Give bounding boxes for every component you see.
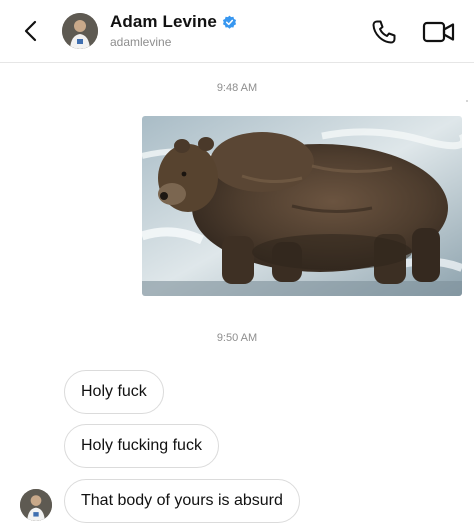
message-timestamp: 9:48 AM [216, 82, 258, 94]
video-camera-icon [422, 21, 455, 43]
call-button[interactable] [370, 18, 398, 46]
contact-name: Adam Levine [110, 12, 217, 31]
message-timestamp: 9:50 AM [216, 332, 258, 344]
chat-header: Adam Levine adamlevine [0, 0, 474, 63]
contact-name-row[interactable]: Adam Levine [110, 12, 237, 32]
sender-avatar[interactable] [20, 489, 52, 521]
phone-icon [372, 20, 396, 44]
message-bubble[interactable]: Holy fuck [64, 370, 164, 414]
shared-photo[interactable] [142, 116, 462, 296]
chevron-left-icon [24, 20, 37, 42]
verified-badge-icon [222, 15, 236, 29]
back-button[interactable] [18, 16, 44, 46]
avatar[interactable] [62, 13, 98, 49]
video-call-button[interactable] [422, 18, 456, 46]
contact-username: adamlevine [110, 35, 172, 49]
brown-bear-photo [142, 116, 462, 296]
message-bubble[interactable]: Holy fucking fuck [64, 424, 219, 468]
message-bubble[interactable]: That body of yours is absurd [64, 479, 300, 523]
profile-photo-icon [62, 13, 98, 49]
profile-photo-icon [20, 489, 52, 521]
scroll-dot [466, 100, 468, 102]
